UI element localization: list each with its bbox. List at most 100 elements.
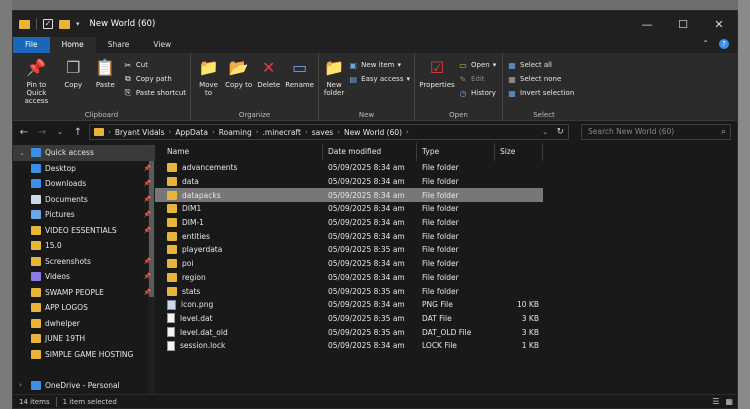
customize-dropdown-icon[interactable]: ▾ xyxy=(76,20,80,28)
invert-selection-button[interactable]: ▦ Invert selection xyxy=(507,87,574,99)
toolbar-separator xyxy=(36,18,37,30)
column-name[interactable]: Name xyxy=(155,143,323,161)
file-row[interactable]: entities 05/09/2025 8:34 am File folder xyxy=(155,229,543,243)
tab-view[interactable]: View xyxy=(141,37,183,53)
nav-item[interactable]: › OneDrive - Personal xyxy=(13,378,155,394)
up-arrow-icon[interactable]: ↑ xyxy=(71,127,85,138)
breadcrumb-minecraft[interactable]: .minecraft xyxy=(263,128,301,137)
breadcrumb-new-world[interactable]: New World (60) xyxy=(344,128,402,137)
file-type: File folder xyxy=(422,163,459,173)
select-none-button[interactable]: ▦ Select none xyxy=(507,73,574,85)
nav-item[interactable]: Desktop 📌 xyxy=(13,161,155,177)
nav-item[interactable]: Downloads 📌 xyxy=(13,176,155,192)
file-row[interactable]: playerdata 05/09/2025 8:35 am File folder xyxy=(155,243,543,257)
nav-item-label: Videos xyxy=(45,272,70,282)
nav-item[interactable]: APP LOGOS xyxy=(13,300,155,316)
breadcrumb-saves[interactable]: saves xyxy=(312,128,333,137)
folder-icon xyxy=(167,190,177,200)
nav-item[interactable]: ⌄ Quick access xyxy=(13,145,155,161)
back-arrow-icon[interactable]: ← xyxy=(17,127,31,138)
column-type[interactable]: Type xyxy=(417,143,495,161)
expand-arrow-icon[interactable]: › xyxy=(19,381,27,389)
nav-item[interactable]: dwhelper xyxy=(13,316,155,332)
breadcrumb-bryant-vidals[interactable]: Bryant Vidals xyxy=(115,128,165,137)
nav-item[interactable]: JUNE 19TH xyxy=(13,331,155,347)
file-row[interactable]: icon.png 05/09/2025 8:34 am PNG File 10 KB xyxy=(155,298,543,312)
close-button[interactable]: ✕ xyxy=(701,11,737,37)
file-row[interactable]: DIM1 05/09/2025 8:34 am File folder xyxy=(155,202,543,216)
file-row[interactable]: level.dat_old 05/09/2025 8:35 am DAT_OLD F… xyxy=(155,325,543,339)
pin-icon: 📌 xyxy=(143,211,151,219)
forward-arrow-icon[interactable]: → xyxy=(35,127,49,138)
file-type: File folder xyxy=(422,286,459,296)
tab-home[interactable]: Home xyxy=(49,37,96,53)
minimize-button[interactable]: — xyxy=(629,11,665,37)
search-input[interactable]: Search New World (60) ⌕ xyxy=(581,124,731,140)
file-name-cell: level.dat xyxy=(155,313,323,324)
new-item-button[interactable]: ▣ New item ▾ xyxy=(348,59,410,71)
file-row[interactable]: session.lock 05/09/2025 8:34 am LOCK File 1… xyxy=(155,339,543,353)
background-window-left xyxy=(0,0,12,409)
easy-access-button[interactable]: ▤ Easy access ▾ xyxy=(348,73,410,85)
file-row[interactable]: datapacks 05/09/2025 8:34 am File folder xyxy=(155,188,543,203)
select-group: ▦ Select all ▦ Select none ▦ Invert selecti… xyxy=(503,53,585,121)
address-bar[interactable]: › Bryant Vidals › AppData › Roaming › .m… xyxy=(89,124,569,140)
edit-button[interactable]: ✎ Edit xyxy=(458,73,496,85)
file-row[interactable]: DIM-1 05/09/2025 8:34 am File folder xyxy=(155,216,543,230)
nav-item[interactable]: 15.0 xyxy=(13,238,155,254)
maximize-button[interactable]: ☐ xyxy=(665,11,701,37)
help-icon[interactable]: ? xyxy=(719,39,729,49)
organize-group: 📁 Move to 📂 Copy to ✕ Delete ▭ Rename Or… xyxy=(191,53,319,121)
file-name-cell: stats xyxy=(155,286,323,296)
refresh-icon[interactable]: ↻ xyxy=(556,127,564,137)
properties-check-icon[interactable]: ✓ xyxy=(43,19,53,29)
nav-item[interactable]: Videos 📌 xyxy=(13,269,155,285)
window-controls: — ☐ ✕ xyxy=(629,11,737,37)
file-row[interactable]: data 05/09/2025 8:34 am File folder xyxy=(155,175,543,189)
file-size: 3 KB xyxy=(521,327,539,337)
select-all-button[interactable]: ▦ Select all xyxy=(507,59,574,71)
folder-icon xyxy=(167,272,177,282)
file-row[interactable]: poi 05/09/2025 8:34 am File folder xyxy=(155,257,543,271)
cut-button[interactable]: ✂ Cut xyxy=(123,59,186,71)
nav-item[interactable]: Pictures 📌 xyxy=(13,207,155,223)
breadcrumb-separator: › xyxy=(304,128,308,136)
copy-path-button[interactable]: ⧉ Copy path xyxy=(123,73,186,85)
breadcrumb-separator: › xyxy=(211,128,215,136)
nav-item[interactable]: Screenshots 📌 xyxy=(13,254,155,270)
quick-access-toolbar: ✓ ▾ xyxy=(19,18,80,30)
nav-item[interactable]: SIMPLE GAME HOSTING xyxy=(13,347,155,363)
ribbon-tabs: File Home Share View ⌃ ? xyxy=(13,37,737,53)
breadcrumb-appdata[interactable]: AppData xyxy=(175,128,208,137)
open-button[interactable]: ▭ Open ▾ xyxy=(458,59,496,71)
large-icons-view-icon[interactable]: ▦ xyxy=(725,397,733,406)
nav-item[interactable]: VIDEO ESSENTIALS 📌 xyxy=(13,223,155,239)
nav-item[interactable]: Documents 📌 xyxy=(13,192,155,208)
history-button[interactable]: ◷ History xyxy=(458,87,496,99)
details-view-icon[interactable]: ☰ xyxy=(712,397,719,406)
document-icon xyxy=(31,194,41,204)
address-dropdown-icon[interactable]: ⌄ xyxy=(542,128,548,136)
nav-item-label: Documents xyxy=(45,194,88,204)
recent-locations-chevron-icon[interactable]: ⌄ xyxy=(53,128,67,136)
tab-file[interactable]: File xyxy=(13,37,50,53)
chevron-up-icon[interactable]: ⌃ xyxy=(702,39,709,49)
file-name: DIM1 xyxy=(182,204,202,214)
file-row[interactable]: region 05/09/2025 8:34 am File folder xyxy=(155,271,543,285)
nav-item[interactable]: SWAMP PEOPLE 📌 xyxy=(13,285,155,301)
column-date-modified[interactable]: Date modified xyxy=(323,143,417,161)
properties-icon: ☑ xyxy=(429,58,445,77)
file-name-cell: playerdata xyxy=(155,245,323,255)
file-row[interactable]: level.dat 05/09/2025 8:35 am DAT File 3 KB xyxy=(155,312,543,326)
expand-arrow-icon[interactable]: ⌄ xyxy=(19,149,27,157)
file-row[interactable]: stats 05/09/2025 8:35 am File folder xyxy=(155,284,543,298)
column-size[interactable]: Size xyxy=(495,143,543,161)
paste-shortcut-button[interactable]: ⎘ Paste shortcut xyxy=(123,87,186,99)
item-count: 14 items xyxy=(19,397,50,406)
file-name: level.dat xyxy=(180,313,213,323)
tab-share[interactable]: Share xyxy=(96,37,142,53)
file-row[interactable]: advancements 05/09/2025 8:34 am File folde… xyxy=(155,161,543,175)
breadcrumb-roaming[interactable]: Roaming xyxy=(219,128,252,137)
new-folder-icon[interactable] xyxy=(59,19,70,29)
file-type: DAT_OLD File xyxy=(422,327,472,337)
